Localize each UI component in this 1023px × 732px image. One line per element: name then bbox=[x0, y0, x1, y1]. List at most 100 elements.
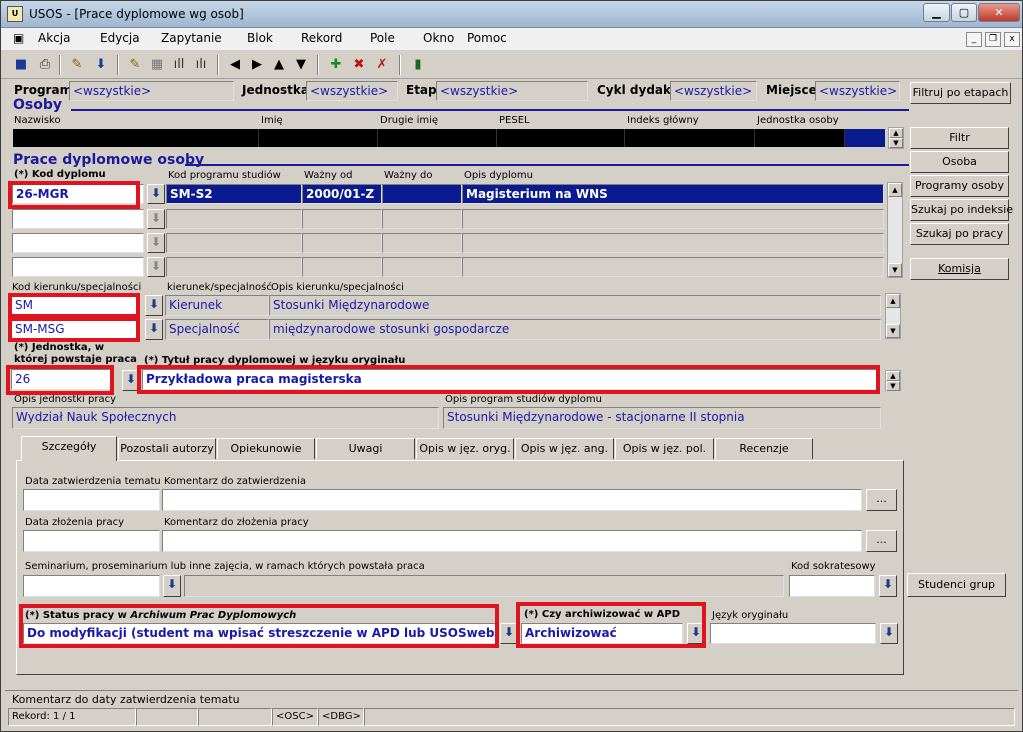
osoby-scrollbar[interactable]: ▲ ▼ bbox=[888, 127, 904, 149]
jednostka-pracy-lov-icon[interactable]: ⬇ bbox=[122, 370, 140, 391]
query-run-icon[interactable]: ▦ bbox=[147, 55, 167, 75]
wazny-od-cell[interactable] bbox=[302, 257, 382, 277]
form-icon[interactable]: ▣ bbox=[13, 31, 24, 45]
tab-opis-ang[interactable]: Opis w jęz. ang. bbox=[515, 438, 614, 459]
miejsce-filter-field[interactable]: <wszystkie> bbox=[815, 81, 900, 101]
tytul-pracy-field[interactable]: Przykładowa praca magisterska bbox=[142, 369, 877, 390]
studenci-grup-button[interactable]: Studenci grup bbox=[907, 573, 1006, 597]
clear-icon[interactable]: ✗ bbox=[372, 55, 392, 75]
scroll-down-icon[interactable]: ▼ bbox=[886, 381, 900, 391]
tab-opis-pol[interactable]: Opis w jęz. pol. bbox=[615, 438, 714, 459]
chart2-icon[interactable]: ılı bbox=[191, 55, 211, 75]
kod-dyplomu-field[interactable] bbox=[12, 257, 144, 277]
up-icon[interactable]: ▲ bbox=[269, 55, 289, 75]
edit-icon[interactable]: ✎ bbox=[67, 55, 87, 75]
kod-programu-cell[interactable] bbox=[166, 209, 302, 229]
tab-recenzje[interactable]: Recenzje bbox=[715, 438, 813, 459]
filtr-button[interactable]: Filtr bbox=[910, 127, 1009, 149]
osoba-pesel-cell[interactable] bbox=[497, 129, 625, 147]
osoba-indeks-cell[interactable] bbox=[625, 129, 755, 147]
kod-dyplomu-field[interactable] bbox=[12, 209, 144, 229]
osoby-record-row[interactable] bbox=[13, 129, 885, 147]
opis-dyplomu-cell[interactable] bbox=[462, 233, 884, 253]
menu-zapytanie[interactable]: Zapytanie bbox=[161, 31, 222, 45]
wazny-do-cell[interactable] bbox=[382, 257, 462, 277]
wazny-od-cell[interactable] bbox=[302, 233, 382, 253]
status-pracy-field[interactable]: Do modyfikacji (student ma wpisać stresz… bbox=[23, 623, 496, 644]
cykl-filter-field[interactable]: <wszystkie> bbox=[670, 81, 757, 101]
print-icon[interactable]: ⎙ bbox=[35, 55, 55, 75]
wazny-od-cell[interactable] bbox=[302, 209, 382, 229]
osoba-nazwisko-cell[interactable] bbox=[13, 129, 259, 147]
kod-specjalnosci-field[interactable]: SM-MSG bbox=[11, 319, 137, 340]
kod-dyplomu-lov-icon[interactable]: ⬇ bbox=[147, 209, 165, 229]
opis-dyplomu-cell[interactable] bbox=[462, 209, 884, 229]
programy-osoby-button[interactable]: Programy osoby bbox=[910, 175, 1009, 197]
menu-pomoc[interactable]: Pomoc bbox=[467, 31, 507, 45]
kod-dyplomu-field[interactable]: 26-MGR bbox=[12, 184, 144, 204]
menu-okno[interactable]: Okno bbox=[423, 31, 454, 45]
down-icon[interactable]: ▼ bbox=[291, 55, 311, 75]
kierunek-scrollbar[interactable]: ▲ ▼ bbox=[885, 293, 901, 339]
jednostka-filter-field[interactable]: <wszystkie> bbox=[306, 81, 398, 101]
komentarz-zlozenia-ellipsis-button[interactable]: ... bbox=[866, 530, 897, 552]
status-pracy-lov-icon[interactable]: ⬇ bbox=[500, 623, 518, 644]
program-filter-field[interactable]: <wszystkie> bbox=[69, 81, 234, 101]
szukaj-po-indeksie-button[interactable]: Szukaj po indeksie bbox=[910, 199, 1013, 221]
menu-pole[interactable]: Pole bbox=[370, 31, 395, 45]
czy-archiwizowac-field[interactable]: Archiwizować bbox=[521, 623, 683, 644]
opis-dyplomu-cell[interactable]: Magisterium na WNS bbox=[462, 184, 884, 204]
menu-blok[interactable]: Blok bbox=[247, 31, 273, 45]
tab-szczegoly[interactable]: Szczegóły bbox=[21, 436, 117, 461]
kod-sokratesowy-field[interactable] bbox=[789, 575, 875, 597]
osoba-drugie-imie-cell[interactable] bbox=[378, 129, 497, 147]
scroll-up-icon[interactable]: ▲ bbox=[886, 294, 900, 308]
kod-dyplomu-lov-icon[interactable]: ⬇ bbox=[147, 233, 165, 253]
osoba-button[interactable]: Osoba bbox=[910, 151, 1009, 173]
download-icon[interactable]: ⬇ bbox=[91, 55, 111, 75]
seminarium-lov-icon[interactable]: ⬇ bbox=[163, 575, 181, 597]
query-icon[interactable]: ✎ bbox=[125, 55, 145, 75]
mdi-restore-button[interactable]: ❐ bbox=[985, 32, 1001, 47]
scroll-down-icon[interactable]: ▼ bbox=[888, 263, 902, 277]
kod-programu-cell[interactable] bbox=[166, 257, 302, 277]
komentarz-zatwierdzenia-field[interactable] bbox=[162, 489, 862, 511]
kod-programu-cell[interactable]: SM-S2 bbox=[166, 184, 302, 204]
scroll-down-icon[interactable]: ▼ bbox=[886, 324, 900, 338]
chart-icon[interactable]: ıll bbox=[169, 55, 189, 75]
menu-edycja[interactable]: Edycja bbox=[100, 31, 140, 45]
scroll-up-icon[interactable]: ▲ bbox=[886, 371, 900, 381]
kod-dyplomu-lov-icon[interactable]: ⬇ bbox=[147, 184, 165, 204]
komentarz-zlozenia-field[interactable] bbox=[162, 530, 862, 552]
kod-sokratesowy-lov-icon[interactable]: ⬇ bbox=[879, 575, 897, 597]
minimize-button[interactable]: ▁ bbox=[923, 3, 950, 22]
osoba-jednostka-cell[interactable] bbox=[755, 129, 845, 147]
mdi-minimize-button[interactable]: _ bbox=[966, 32, 982, 47]
komisja-button[interactable]: Komisja bbox=[910, 258, 1009, 280]
osoba-imie-cell[interactable] bbox=[259, 129, 378, 147]
next-record-icon[interactable]: ▶ bbox=[247, 55, 267, 75]
menu-akcja[interactable]: Akcja bbox=[38, 31, 70, 45]
prace-scrollbar[interactable]: ▲ ▼ bbox=[887, 182, 903, 278]
prev-record-icon[interactable]: ◀ bbox=[225, 55, 245, 75]
scroll-down-icon[interactable]: ▼ bbox=[889, 138, 903, 148]
szukaj-po-pracy-button[interactable]: Szukaj po pracy bbox=[910, 223, 1009, 245]
mdi-close-button[interactable]: x bbox=[1004, 32, 1020, 47]
filtruj-po-etapach-button[interactable]: Filtruj po etapach bbox=[910, 82, 1011, 104]
kod-kierunku-lov-icon[interactable]: ⬇ bbox=[145, 295, 163, 316]
delete-record-icon[interactable]: ✖ bbox=[349, 55, 369, 75]
scroll-up-icon[interactable]: ▲ bbox=[888, 183, 902, 197]
wazny-do-cell[interactable] bbox=[382, 209, 462, 229]
usos-app-icon[interactable]: U bbox=[7, 6, 23, 22]
tab-opiekunowie[interactable]: Opiekunowie bbox=[217, 438, 315, 459]
wazny-od-cell[interactable]: 2000/01-Z bbox=[302, 184, 382, 204]
kod-kierunku-field[interactable]: SM bbox=[11, 295, 137, 316]
tytul-scrollbar[interactable]: ▲ ▼ bbox=[885, 370, 901, 391]
scroll-up-icon[interactable]: ▲ bbox=[889, 128, 903, 138]
jednostka-pracy-field[interactable]: 26 bbox=[11, 369, 111, 390]
exit-icon[interactable]: ▮ bbox=[408, 55, 428, 75]
seminarium-field[interactable] bbox=[23, 575, 160, 597]
kod-specjalnosci-lov-icon[interactable]: ⬇ bbox=[145, 319, 163, 340]
czy-archiwizowac-lov-icon[interactable]: ⬇ bbox=[687, 623, 705, 644]
kod-programu-cell[interactable] bbox=[166, 233, 302, 253]
